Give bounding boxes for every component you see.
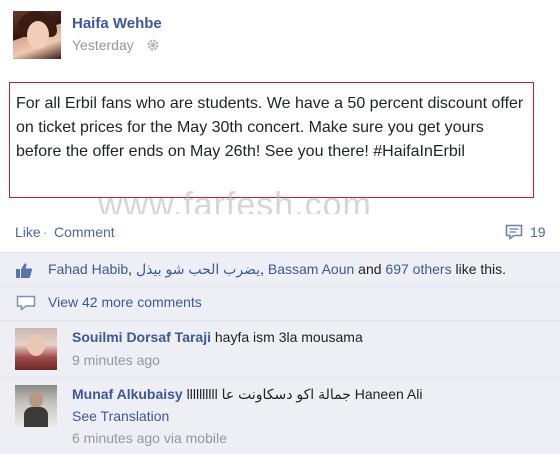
likes-sep-2: , — [260, 261, 268, 277]
likes-row: Fahad Habib, يضرب الحب شو بيذل, Bassam A… — [0, 252, 560, 286]
comment-button[interactable]: Comment — [54, 224, 115, 240]
liker-fahad-habib[interactable]: Fahad Habib — [48, 261, 128, 277]
gear-icon[interactable] — [146, 38, 160, 52]
avatar-face — [27, 21, 49, 49]
commenter-avatar[interactable] — [15, 385, 57, 427]
avatar-face — [27, 334, 45, 356]
comment-author[interactable]: Souilmi Dorsaf Taraji — [72, 329, 211, 345]
view-more-comments-link[interactable]: View 42 more comments — [48, 294, 202, 310]
comment-item: Souilmi Dorsaf Taraji hayfa ism 3la mous… — [0, 320, 560, 377]
comment-author[interactable]: Munaf Alkubaisy — [72, 386, 183, 402]
view-more-comments-row: View 42 more comments — [0, 286, 560, 320]
comments-icon — [16, 295, 36, 312]
likes-others-link[interactable]: 697 others — [385, 261, 451, 277]
comment-text: llllllllll جمالة اكو دسكاونت عا — [186, 386, 351, 402]
post-actions: Like · Comment — [0, 214, 560, 252]
likes-suffix: like this. — [451, 261, 507, 277]
comment-text: hayfa ism 3la mousama — [214, 329, 363, 345]
commenter-avatar[interactable] — [15, 328, 57, 370]
likes-summary: Fahad Habib, يضرب الحب شو بيذل, Bassam A… — [48, 261, 506, 278]
comment-timestamp[interactable]: 9 minutes ago — [72, 352, 160, 368]
avatar-body — [24, 407, 48, 427]
thumbs-up-icon — [16, 263, 33, 278]
like-button[interactable]: Like — [15, 224, 41, 240]
post-header: Haifa Wehbe Yesterday — [0, 0, 560, 76]
comment-count[interactable]: 19 — [530, 224, 546, 240]
comments-section: Fahad Habib, يضرب الحب شو بيذل, Bassam A… — [0, 252, 560, 454]
avatar-face — [29, 391, 43, 408]
comment-author-line: Souilmi Dorsaf Taraji hayfa ism 3la mous… — [72, 329, 363, 345]
post-content-highlight: For all Erbil fans who are students. We … — [9, 82, 534, 198]
comment-mention[interactable]: Haneen Ali — [355, 386, 423, 402]
post-text: For all Erbil fans who are students. We … — [16, 95, 524, 160]
action-separator: · — [43, 224, 48, 240]
see-translation-link[interactable]: See Translation — [72, 408, 169, 424]
liker-bassam-aoun[interactable]: Bassam Aoun — [268, 261, 354, 277]
post-timestamp[interactable]: Yesterday — [72, 37, 134, 53]
comment-timestamp[interactable]: 6 minutes ago via mobile — [72, 430, 227, 446]
likes-and: and — [354, 261, 386, 277]
author-name[interactable]: Haifa Wehbe — [72, 15, 162, 32]
liker-arabic-name[interactable]: يضرب الحب شو بيذل — [136, 261, 260, 277]
author-avatar[interactable] — [13, 11, 61, 59]
comment-item: Munaf Alkubaisy llllllllll جمالة اكو دسك… — [0, 377, 560, 454]
comment-author-line: Munaf Alkubaisy llllllllll جمالة اكو دسك… — [72, 386, 422, 403]
likes-sep-1: , — [128, 261, 136, 277]
comment-count-icon[interactable] — [505, 224, 523, 240]
